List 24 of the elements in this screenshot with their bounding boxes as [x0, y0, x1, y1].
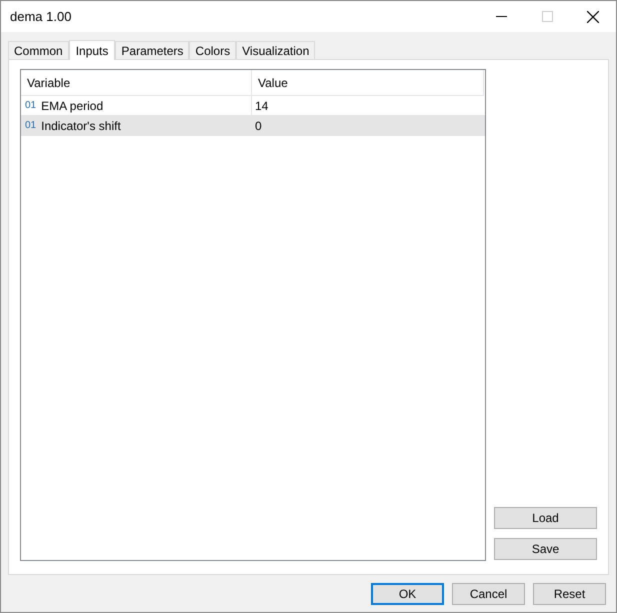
variable-value[interactable]: 14 [255, 96, 268, 114]
variable-name: EMA period [41, 98, 104, 114]
dialog-button[interactable]: Reset [533, 583, 606, 605]
tab[interactable]: Colors [189, 41, 236, 59]
side-button[interactable]: Load [494, 507, 597, 529]
column-header[interactable]: Variable [21, 70, 252, 95]
variable-value[interactable]: 0 [255, 116, 262, 134]
dialog-button[interactable]: Cancel [452, 583, 525, 605]
table-row[interactable]: 01 EMA period 14 [21, 96, 485, 116]
integer-type-icon: 01 [25, 98, 36, 113]
maximize-icon [542, 11, 552, 22]
table-row[interactable]: 01 Indicator's shift 0 [21, 116, 485, 136]
close-icon [587, 10, 599, 22]
tab[interactable]: Parameters [115, 41, 190, 59]
dialog-button[interactable]: OK [371, 583, 444, 605]
tab[interactable]: Inputs [68, 40, 116, 60]
integer-type-icon: 01 [25, 118, 36, 133]
minimize-icon [496, 16, 506, 17]
side-button[interactable]: Save [494, 538, 597, 560]
variable-name: Indicator's shift [41, 118, 121, 134]
window-title: dema 1.00 [10, 8, 72, 26]
tab[interactable]: Common [8, 41, 69, 59]
column-header[interactable]: Value [252, 70, 484, 95]
tab[interactable]: Visualization [236, 41, 316, 59]
